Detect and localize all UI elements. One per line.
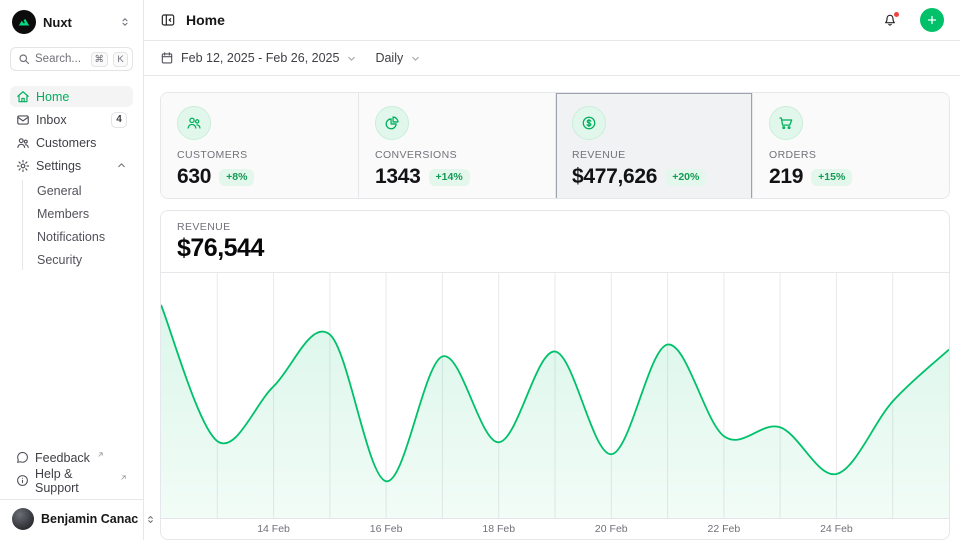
stat-label: CUSTOMERS [177, 149, 342, 161]
user-menu[interactable]: Benjamin Canac [10, 508, 133, 530]
app-root: Nuxt Search... ⌘ K Home [0, 0, 960, 540]
kbd-k: K [113, 52, 128, 67]
stat-card-revenue[interactable]: REVENUE $477,626 +20% [555, 93, 752, 199]
user-section: Benjamin Canac [0, 499, 143, 532]
stat-value: 630 [177, 165, 211, 189]
stat-delta-badge: +20% [665, 169, 706, 186]
main-area: Home Feb 12, 2025 - Feb 26, 2025 Daily [144, 0, 960, 540]
gear-icon [16, 159, 30, 173]
x-axis: 14 Feb 16 Feb 18 Feb 20 Feb 22 Feb 24 Feb [161, 519, 949, 540]
notification-dot [893, 11, 900, 18]
chevron-down-icon [346, 53, 357, 64]
stat-card-conversions[interactable]: CONVERSIONS 1343 +14% [358, 93, 555, 199]
settings-subnav: General Members Notifications Security [22, 180, 133, 270]
subnav-label: Notifications [37, 230, 105, 244]
granularity-select[interactable]: Daily [375, 51, 421, 65]
x-axis-tick: 20 Feb [595, 523, 628, 535]
plus-icon [926, 14, 938, 26]
workspace-switcher[interactable]: Nuxt [10, 10, 133, 34]
stat-card-customers[interactable]: CUSTOMERS 630 +8% [161, 93, 358, 199]
external-link-icon [120, 474, 127, 481]
sidebar-item-members[interactable]: Members [35, 203, 133, 224]
inbox-count-badge: 4 [111, 112, 127, 128]
x-axis-tick: 16 Feb [370, 523, 403, 535]
stat-value: 1343 [375, 165, 421, 189]
chevron-up-icon [116, 160, 127, 171]
sidebar-item-label: Home [36, 90, 69, 104]
top-header: Home [144, 0, 960, 41]
sidebar-spacer [10, 270, 133, 447]
feedback-label: Feedback [35, 451, 90, 465]
help-support-label: Help & Support [35, 467, 113, 495]
stat-card-orders[interactable]: ORDERS 219 +15% [752, 93, 949, 199]
chevron-up-down-icon [119, 16, 131, 28]
chevron-down-icon [410, 53, 421, 64]
x-axis-tick: 18 Feb [482, 523, 515, 535]
sidebar-item-label: Inbox [36, 113, 67, 127]
home-icon [16, 90, 30, 104]
user-name: Benjamin Canac [41, 512, 138, 526]
sidebar-footer-links: Feedback Help & Support [10, 447, 133, 491]
pie-chart-icon [375, 106, 409, 140]
stat-label: ORDERS [769, 149, 933, 161]
workspace-name: Nuxt [43, 15, 112, 30]
chart-headline: $76,544 [177, 234, 933, 262]
dollar-icon [572, 106, 606, 140]
sidebar-item-notifications[interactable]: Notifications [35, 226, 133, 247]
search-icon [18, 53, 30, 65]
granularity-label: Daily [375, 51, 403, 65]
sidebar-item-security[interactable]: Security [35, 249, 133, 270]
revenue-chart-card: REVENUE $76,544 14 Feb 16 Feb 18 Feb 20 Feb… [160, 210, 950, 540]
info-circle-icon [16, 474, 29, 487]
users-icon [177, 106, 211, 140]
stat-value: 219 [769, 165, 803, 189]
help-support-link[interactable]: Help & Support [10, 470, 133, 491]
add-button[interactable] [920, 8, 944, 32]
sidebar-item-customers[interactable]: Customers [10, 132, 133, 153]
subnav-label: General [37, 184, 81, 198]
nuxt-logo-icon [12, 10, 36, 34]
subnav-label: Security [37, 253, 82, 267]
stat-delta-badge: +14% [429, 169, 470, 186]
sidebar-item-home[interactable]: Home [10, 86, 133, 107]
sidebar-item-label: Settings [36, 159, 81, 173]
stat-label: CONVERSIONS [375, 149, 539, 161]
revenue-area-chart[interactable] [161, 273, 949, 519]
chart-header: REVENUE $76,544 [161, 211, 949, 273]
page-title: Home [186, 12, 872, 28]
search-input[interactable]: Search... ⌘ K [10, 47, 133, 71]
sidebar-item-label: Customers [36, 136, 96, 150]
x-axis-tick: 22 Feb [707, 523, 740, 535]
filters-toolbar: Feb 12, 2025 - Feb 26, 2025 Daily [144, 41, 960, 76]
chart-label: REVENUE [177, 221, 933, 234]
subnav-label: Members [37, 207, 89, 221]
stat-value: $477,626 [572, 165, 657, 189]
users-icon [16, 136, 30, 150]
avatar [12, 508, 34, 530]
x-axis-tick: 14 Feb [257, 523, 290, 535]
sidebar: Nuxt Search... ⌘ K Home [0, 0, 144, 540]
sidebar-item-settings[interactable]: Settings [10, 155, 133, 176]
kbd-cmd: ⌘ [91, 52, 109, 67]
feedback-link[interactable]: Feedback [10, 447, 133, 468]
stat-label: REVENUE [572, 149, 736, 161]
chat-bubble-icon [16, 451, 29, 464]
sidebar-item-inbox[interactable]: Inbox 4 [10, 109, 133, 130]
stat-delta-badge: +15% [811, 169, 852, 186]
collapse-sidebar-button[interactable] [160, 12, 176, 28]
cart-icon [769, 106, 803, 140]
external-link-icon [97, 451, 104, 458]
stat-delta-badge: +8% [219, 169, 254, 186]
date-range-label: Feb 12, 2025 - Feb 26, 2025 [181, 51, 339, 65]
x-axis-tick: 24 Feb [820, 523, 853, 535]
sidebar-nav: Home Inbox 4 Customers Sett [10, 86, 133, 270]
date-range-picker[interactable]: Feb 12, 2025 - Feb 26, 2025 [160, 51, 357, 65]
content: CUSTOMERS 630 +8% CONVERSIONS 1343 +14% [144, 76, 960, 540]
sidebar-item-general[interactable]: General [35, 180, 133, 201]
calendar-icon [160, 51, 174, 65]
stats-row: CUSTOMERS 630 +8% CONVERSIONS 1343 +14% [160, 92, 950, 199]
notifications-button[interactable] [882, 12, 898, 28]
inbox-icon [16, 113, 30, 127]
search-placeholder: Search... [35, 53, 86, 65]
